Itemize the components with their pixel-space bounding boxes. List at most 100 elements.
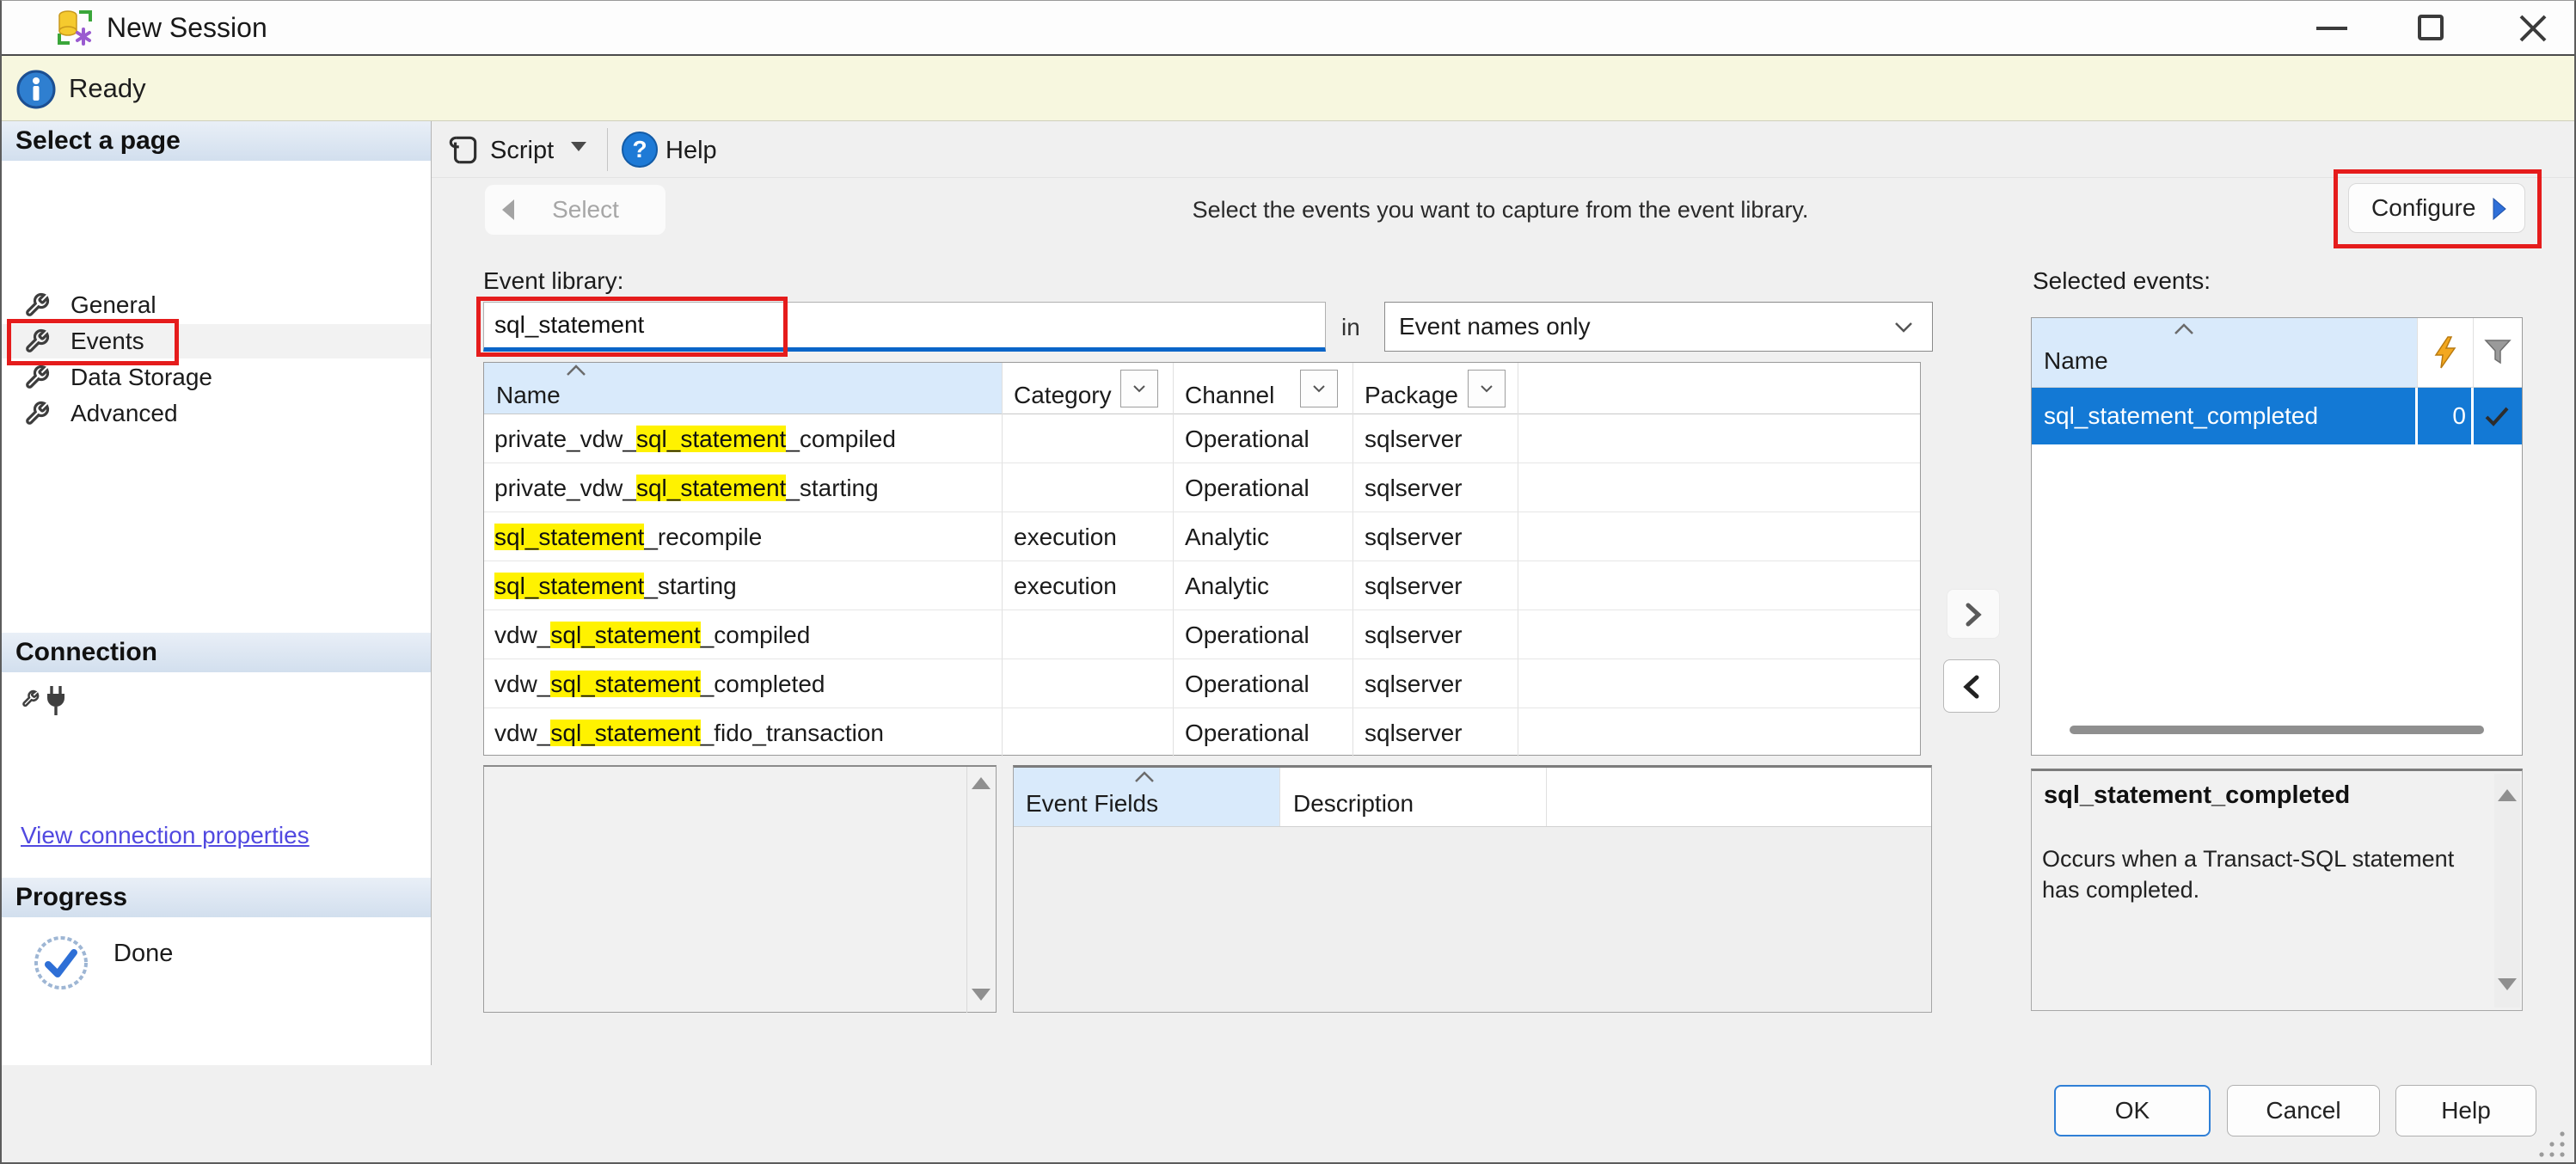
help-button-footer[interactable]: Help — [2395, 1085, 2536, 1136]
vertical-scrollbar[interactable] — [2494, 774, 2520, 1008]
sidebar-item-data-storage[interactable]: Data Storage — [2, 360, 431, 395]
add-event-button[interactable] — [1947, 589, 2000, 639]
in-label: in — [1341, 314, 1360, 341]
channel-cell: Analytic — [1185, 561, 1269, 610]
chevron-left-icon — [1963, 674, 1980, 700]
column-header-label: Package — [1365, 382, 1458, 409]
event-description-panel: sql_statement_completed Occurs when a Tr… — [2031, 769, 2523, 1011]
back-arrow-icon — [500, 199, 516, 225]
column-header-label: Channel — [1185, 382, 1274, 409]
sort-asc-icon — [1134, 771, 1155, 787]
title-bar: New Session — [2, 1, 2574, 54]
svg-text:?: ? — [632, 136, 647, 162]
table-row[interactable]: sql_statement_starting execution Analyti… — [484, 561, 1920, 610]
wrench-icon — [24, 365, 50, 395]
minimize-button[interactable] — [2299, 1, 2364, 54]
selected-events-label: Selected events: — [2033, 267, 2211, 295]
sort-asc-icon — [2174, 323, 2194, 340]
scroll-down-icon[interactable] — [2498, 978, 2517, 990]
table-row[interactable]: private_vdw_sql_statement_compiled Opera… — [484, 414, 1920, 463]
sort-asc-icon — [566, 365, 586, 381]
table-row[interactable]: vdw_sql_statement_completed Operational … — [484, 659, 1920, 708]
ok-label: OK — [2115, 1097, 2150, 1124]
configure-label: Configure — [2371, 184, 2475, 232]
new-session-dialog: New Session Ready Select a page — [0, 0, 2576, 1164]
filter-dropdown-button[interactable] — [1300, 370, 1338, 407]
script-icon — [445, 132, 481, 172]
wrench-icon — [24, 401, 50, 431]
event-name-cell: private_vdw_sql_statement_compiled — [494, 414, 896, 463]
event-library-table: Name Category Channel Package — [483, 362, 1921, 756]
column-header-label: Name — [496, 382, 561, 409]
package-cell: sqlserver — [1365, 708, 1463, 757]
scroll-up-icon[interactable] — [972, 777, 991, 789]
sidebar-item-advanced[interactable]: Advanced — [2, 396, 431, 431]
event-details-listbox — [483, 765, 997, 1013]
column-header-name[interactable]: Name — [484, 363, 1002, 414]
ok-button[interactable]: OK — [2054, 1085, 2211, 1136]
scroll-down-icon[interactable] — [972, 989, 991, 1001]
cancel-label: Cancel — [2266, 1097, 2340, 1124]
event-name-cell: private_vdw_sql_statement_starting — [494, 463, 879, 512]
cancel-button[interactable]: Cancel — [2227, 1085, 2380, 1136]
table-row[interactable]: sql_statement_recompile execution Analyt… — [484, 512, 1920, 561]
category-cell: execution — [1014, 512, 1117, 561]
column-header-package[interactable]: Package — [1352, 363, 1518, 414]
chevron-down-icon — [1894, 322, 1913, 338]
forward-arrow-icon — [2492, 198, 2507, 226]
sidebar-item-events[interactable]: Events — [2, 324, 431, 358]
package-cell: sqlserver — [1365, 610, 1463, 659]
search-scope-dropdown[interactable]: Event names only — [1384, 302, 1933, 352]
wrench-icon — [24, 292, 50, 322]
event-fields-panel: Event Fields Description — [1013, 765, 1932, 1013]
package-cell: sqlserver — [1365, 659, 1463, 708]
script-label: Script — [490, 126, 554, 175]
selected-event-row[interactable]: sql_statement_completed 0 — [2032, 388, 2522, 444]
scroll-up-icon[interactable] — [2498, 789, 2517, 801]
funnel-icon — [2483, 339, 2512, 371]
done-icon — [33, 934, 89, 996]
selected-event-count: 0 — [2418, 388, 2466, 444]
maximize-button[interactable] — [2399, 1, 2464, 54]
remove-event-button[interactable] — [1943, 659, 2000, 713]
event-search-input[interactable]: sql_statement — [483, 302, 1326, 352]
configure-button[interactable]: Configure — [2348, 183, 2525, 233]
channel-cell: Analytic — [1185, 512, 1269, 561]
horizontal-scrollbar-thumb[interactable] — [2070, 726, 2484, 734]
status-text: Ready — [69, 56, 146, 121]
status-bar: Ready — [2, 54, 2574, 121]
sidebar-item-general[interactable]: General — [2, 288, 431, 322]
resize-grip[interactable] — [2533, 1129, 2567, 1158]
table-row[interactable]: private_vdw_sql_statement_starting Opera… — [484, 463, 1920, 512]
toolbar: Script ? Help — [432, 121, 2576, 178]
column-header-label: Name — [2044, 347, 2108, 375]
description-body: Occurs when a Transact-SQL statement has… — [2042, 843, 2481, 905]
column-header-channel[interactable]: Channel — [1173, 363, 1352, 414]
column-header-event-fields[interactable]: Event Fields — [1014, 768, 1279, 826]
selected-column-header-name[interactable]: Name — [2032, 318, 2417, 387]
column-header-label: Description — [1293, 790, 1414, 818]
close-button[interactable] — [2500, 1, 2566, 54]
filter-dropdown-button[interactable] — [1468, 370, 1506, 407]
event-name-cell: vdw_sql_statement_fido_transaction — [494, 708, 884, 757]
view-connection-properties-link[interactable]: View connection properties — [21, 822, 310, 849]
vertical-scrollbar[interactable] — [966, 767, 996, 1013]
event-name-cell: vdw_sql_statement_completed — [494, 659, 825, 708]
table-row[interactable]: vdw_sql_statement_compiled Operational s… — [484, 610, 1920, 659]
select-back-button[interactable]: Select — [485, 185, 665, 235]
script-dropdown-arrow[interactable] — [571, 142, 586, 151]
column-header-category[interactable]: Category — [1002, 363, 1173, 414]
lightning-icon — [2431, 335, 2460, 374]
sidebar-item-label: General — [71, 288, 156, 322]
channel-cell: Operational — [1185, 463, 1309, 512]
selected-column-actions[interactable] — [2417, 318, 2473, 387]
filter-dropdown-button[interactable] — [1120, 370, 1158, 407]
selected-column-filter[interactable] — [2473, 318, 2522, 387]
column-header-description[interactable]: Description — [1279, 768, 1546, 826]
help-button[interactable]: ? Help — [617, 126, 755, 173]
sidebar-item-label: Events — [71, 324, 144, 358]
table-row[interactable]: vdw_sql_statement_fido_transaction Opera… — [484, 708, 1920, 755]
sidebar: Select a page General Events Data Storag… — [2, 121, 432, 1065]
instruction-text: Select the events you want to capture fr… — [1027, 197, 1973, 224]
package-cell: sqlserver — [1365, 414, 1463, 463]
